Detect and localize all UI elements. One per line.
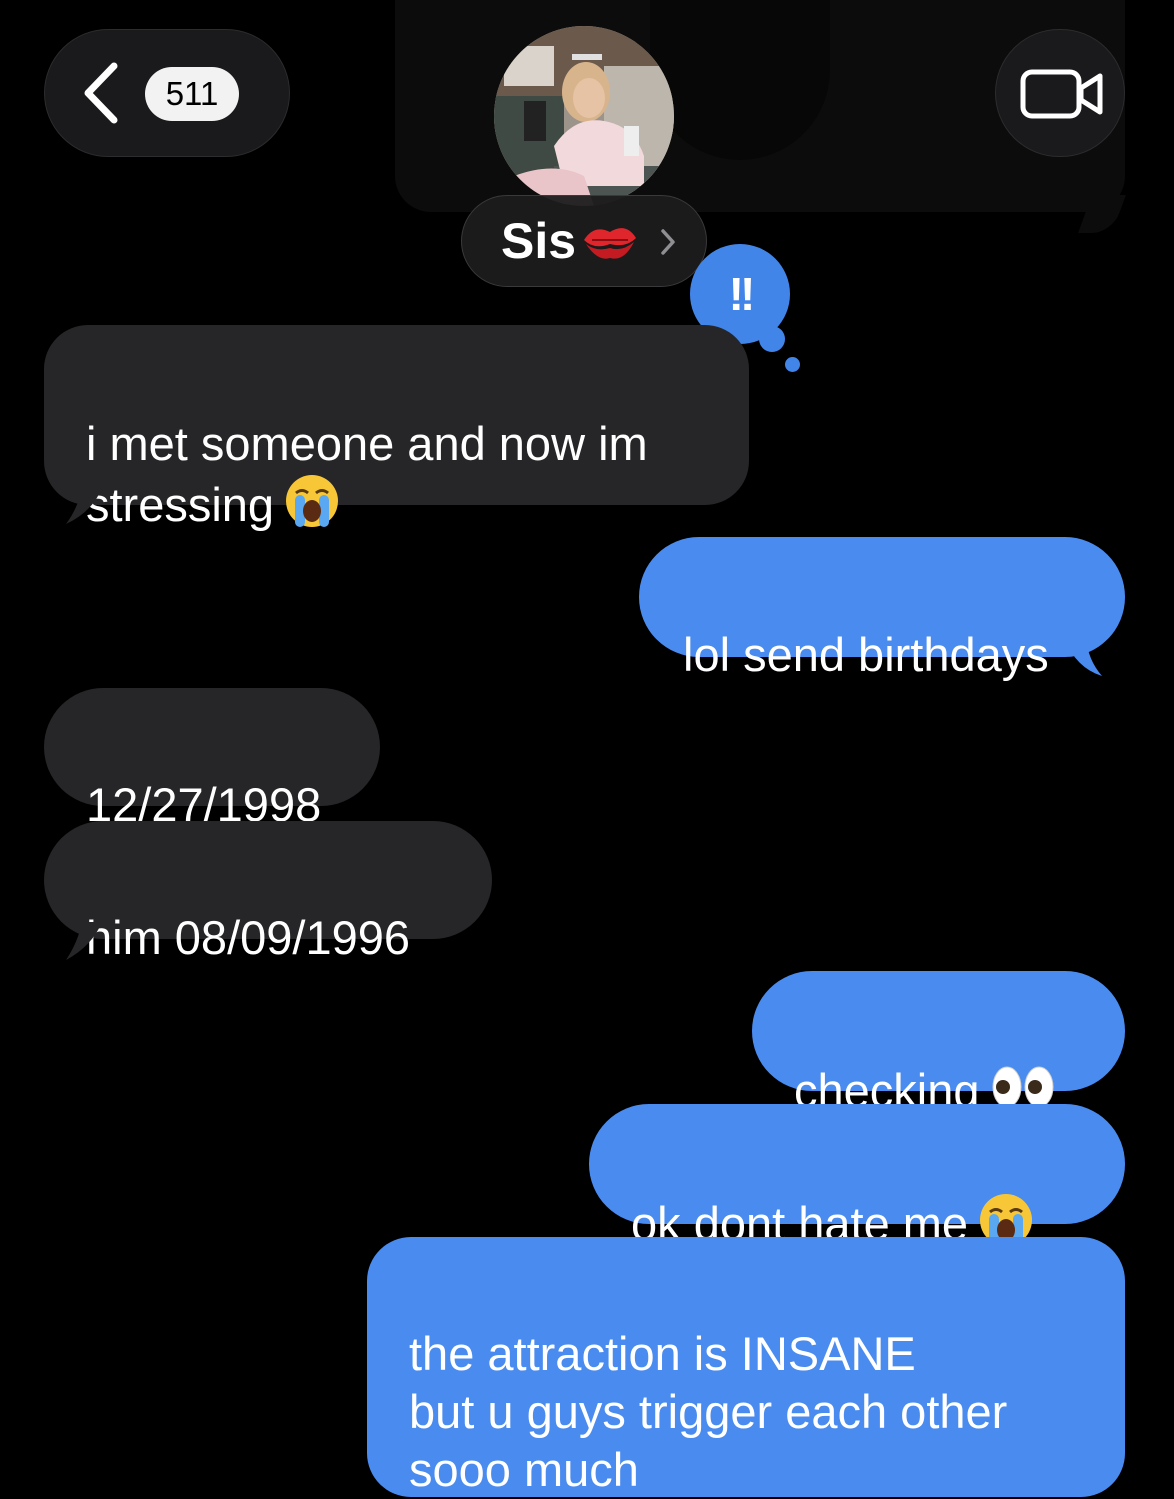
message-text: him 08/09/1996 <box>86 911 411 964</box>
tapback-tail-dot-small <box>785 357 800 372</box>
bubble-tail <box>66 488 102 524</box>
bubble-tail <box>1064 638 1102 676</box>
tapback-tail-dot <box>759 326 785 352</box>
bubble-tail <box>66 922 102 960</box>
kiss-mark-emoji <box>584 228 636 259</box>
emphasis-tapback-icon: !! <box>728 268 756 320</box>
message-bubble-outgoing[interactable]: ok dont hate me <box>589 1104 1125 1250</box>
message-bubble-outgoing[interactable]: checking <box>752 971 1125 1117</box>
message-text: the attraction is INSANE but u guys trig… <box>409 1327 1008 1496</box>
loudly-crying-face-emoji <box>286 475 339 527</box>
contact-name: Sis <box>501 213 577 269</box>
message-text: i met someone and now im stressing <box>86 417 648 531</box>
message-bubble-incoming[interactable]: i met someone and now im stressing <box>44 325 749 531</box>
chevron-right-icon[interactable] <box>660 228 676 256</box>
chevron-left-icon[interactable] <box>82 62 134 124</box>
previous-image-content <box>650 0 830 160</box>
unread-count-badge[interactable]: 511 <box>145 67 239 121</box>
contact-photo <box>494 26 674 206</box>
message-bubble-incoming[interactable]: 12/27/1998 <box>44 688 380 831</box>
message-bubble-incoming[interactable]: him 08/09/1996 <box>44 821 492 964</box>
message-bubble-outgoing[interactable]: the attraction is INSANE but u guys trig… <box>367 1237 1125 1497</box>
contact-avatar[interactable] <box>494 26 674 206</box>
message-text: lol send birthdays <box>683 628 1049 681</box>
message-bubble-outgoing[interactable]: lol send birthdays <box>639 537 1125 681</box>
video-camera-icon[interactable] <box>1020 68 1104 120</box>
